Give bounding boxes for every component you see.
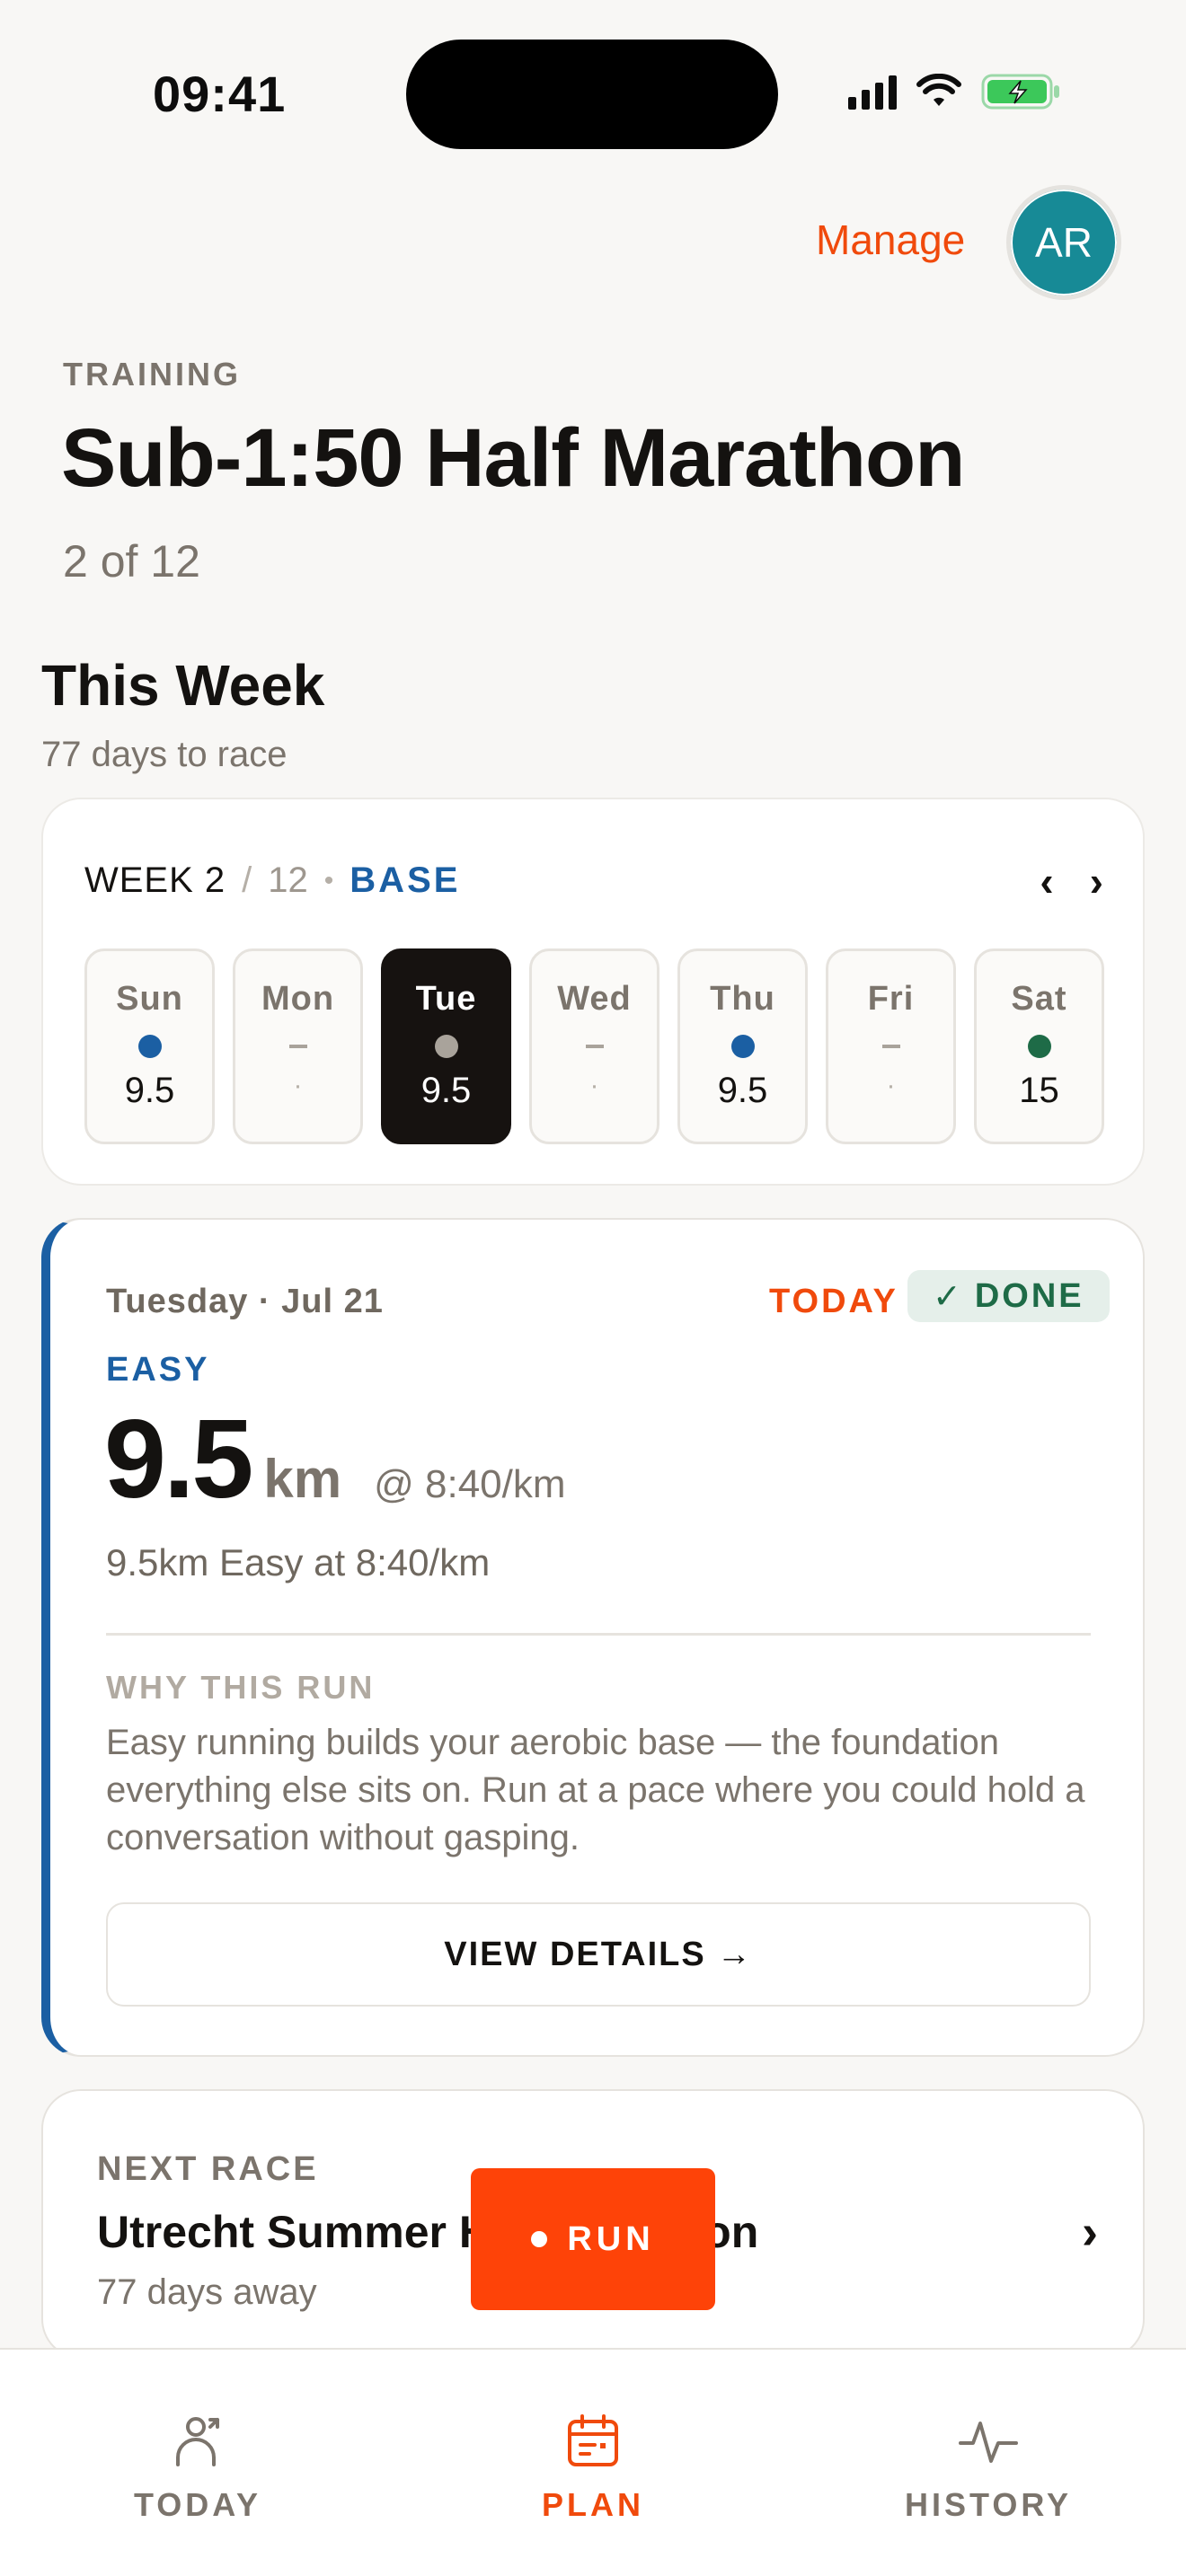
status-time: 09:41 bbox=[153, 66, 287, 122]
record-dot-icon bbox=[531, 2231, 548, 2247]
day-tue[interactable]: Tue 9.5 bbox=[381, 948, 511, 1144]
next-week-button[interactable]: › bbox=[1090, 857, 1103, 905]
target-pace: @ 8:40/km bbox=[374, 1462, 566, 1506]
day-strip: Sun 9.5 Mon · Tue 9.5 Wed · Thu 9.5 Fri · Sat 15 bbox=[84, 948, 1104, 1144]
day-name: Tue bbox=[415, 980, 477, 1018]
view-details-label: VIEW DETAILS bbox=[444, 1935, 706, 1973]
activity-icon bbox=[959, 2422, 1018, 2463]
workout-dot-icon bbox=[434, 1035, 458, 1058]
section-title: This Week bbox=[41, 653, 325, 718]
day-sat[interactable]: Sat 15 bbox=[974, 948, 1104, 1144]
week-total: 12 bbox=[268, 860, 308, 900]
day-name: Mon bbox=[261, 980, 335, 1018]
calendar-icon bbox=[568, 2414, 618, 2466]
week-nav: ‹ › bbox=[1040, 857, 1103, 905]
why-label: WHY THIS RUN bbox=[106, 1669, 376, 1706]
week-card: WEEK 2 / 12 • BASE ‹ › Sun 9.5 Mon · Tue 9.5 W… bbox=[41, 798, 1145, 1186]
wifi-icon bbox=[916, 74, 961, 106]
status-bar: 09:41 bbox=[0, 0, 1186, 180]
today-label: TODAY bbox=[769, 1283, 898, 1320]
page-title: Sub-1:50 Half Marathon bbox=[61, 412, 965, 504]
workout-description: 9.5km Easy at 8:40/km bbox=[106, 1541, 491, 1584]
tab-history[interactable]: HISTORY bbox=[854, 2413, 1123, 2524]
day-distance: 9.5 bbox=[124, 1071, 175, 1110]
day-marker bbox=[881, 1033, 900, 1060]
dynamic-island bbox=[406, 40, 778, 149]
prev-week-button[interactable]: ‹ bbox=[1040, 857, 1053, 905]
manage-link[interactable]: Manage bbox=[816, 216, 965, 264]
day-distance: 9.5 bbox=[420, 1071, 472, 1110]
day-fri[interactable]: Fri · bbox=[826, 948, 956, 1144]
chevron-right-icon: › bbox=[1082, 2205, 1098, 2259]
day-marker bbox=[1027, 1033, 1051, 1060]
plan-progress: 2 of 12 bbox=[63, 536, 200, 587]
day-mon[interactable]: Mon · bbox=[233, 948, 363, 1144]
today-workout-card[interactable]: Tuesday · Jul 21 TODAY ✓ DONE EASY 9.5 k… bbox=[41, 1218, 1145, 2057]
status-icons bbox=[848, 72, 1062, 111]
run-label: RUN bbox=[567, 2219, 655, 2258]
workout-dot-icon bbox=[1027, 1035, 1051, 1058]
plan-eyebrow: TRAINING bbox=[63, 356, 241, 393]
week-header: WEEK 2 / 12 • BASE bbox=[84, 860, 460, 901]
why-text: Easy running builds your aerobic base — … bbox=[106, 1723, 1085, 1857]
tab-bar: TODAY PLAN HISTORY bbox=[0, 2348, 1186, 2576]
day-wed[interactable]: Wed · bbox=[529, 948, 659, 1144]
workout-dot-icon bbox=[730, 1035, 755, 1058]
workout-type: EASY bbox=[106, 1351, 210, 1389]
day-distance: 9.5 bbox=[717, 1071, 768, 1110]
day-thu[interactable]: Thu 9.5 bbox=[677, 948, 808, 1144]
week-separator: / bbox=[242, 860, 252, 900]
day-name: Fri bbox=[867, 980, 915, 1018]
done-label: DONE bbox=[974, 1276, 1084, 1315]
tab-label: PLAN bbox=[542, 2486, 644, 2523]
day-distance: 15 bbox=[1019, 1071, 1059, 1110]
phase-label: BASE bbox=[350, 860, 461, 900]
arrow-right-icon: → bbox=[716, 1935, 753, 1973]
day-marker bbox=[137, 1033, 162, 1060]
distance-unit: km bbox=[263, 1449, 342, 1509]
rest-dash-icon bbox=[585, 1045, 604, 1048]
rest-dash-icon bbox=[881, 1045, 900, 1048]
rest-dash-icon bbox=[288, 1045, 307, 1048]
race-days-away: 77 days away bbox=[97, 2272, 317, 2312]
divider bbox=[106, 1633, 1091, 1636]
avatar[interactable]: AR bbox=[1006, 185, 1121, 300]
day-marker bbox=[288, 1033, 307, 1060]
day-marker bbox=[730, 1033, 755, 1060]
runner-icon bbox=[176, 2417, 219, 2466]
view-details-button[interactable]: VIEW DETAILS → bbox=[106, 1902, 1091, 2007]
day-name: Sat bbox=[1011, 980, 1067, 1018]
day-name: Sun bbox=[116, 980, 183, 1018]
tab-label: HISTORY bbox=[904, 2486, 1073, 2523]
tab-today[interactable]: TODAY bbox=[63, 2413, 332, 2524]
check-icon: ✓ bbox=[933, 1277, 964, 1316]
next-race-label: NEXT RACE bbox=[97, 2150, 319, 2188]
day-distance: · bbox=[886, 1071, 896, 1100]
start-run-button[interactable]: RUN bbox=[471, 2168, 715, 2310]
tab-label: TODAY bbox=[133, 2486, 262, 2523]
day-sun[interactable]: Sun 9.5 bbox=[84, 948, 215, 1144]
workout-dot-icon bbox=[137, 1035, 162, 1058]
day-marker bbox=[434, 1033, 458, 1060]
day-distance: · bbox=[589, 1071, 599, 1100]
day-name: Wed bbox=[557, 980, 632, 1018]
done-badge: ✓ DONE bbox=[907, 1270, 1110, 1322]
cellular-signal-icon bbox=[848, 74, 897, 110]
distance-value: 9.5 bbox=[104, 1398, 253, 1522]
workout-distance: 9.5 km @ 8:40/km bbox=[104, 1396, 566, 1523]
week-dot: • bbox=[323, 865, 334, 895]
day-marker bbox=[585, 1033, 604, 1060]
day-name: Thu bbox=[710, 980, 775, 1018]
tab-plan[interactable]: PLAN bbox=[458, 2413, 728, 2524]
day-distance: · bbox=[293, 1071, 303, 1100]
battery-charging-icon bbox=[981, 74, 1059, 110]
workout-date: Tuesday · Jul 21 bbox=[106, 1283, 384, 1320]
days-to-race: 77 days to race bbox=[41, 735, 288, 774]
week-label: WEEK 2 bbox=[84, 860, 226, 900]
